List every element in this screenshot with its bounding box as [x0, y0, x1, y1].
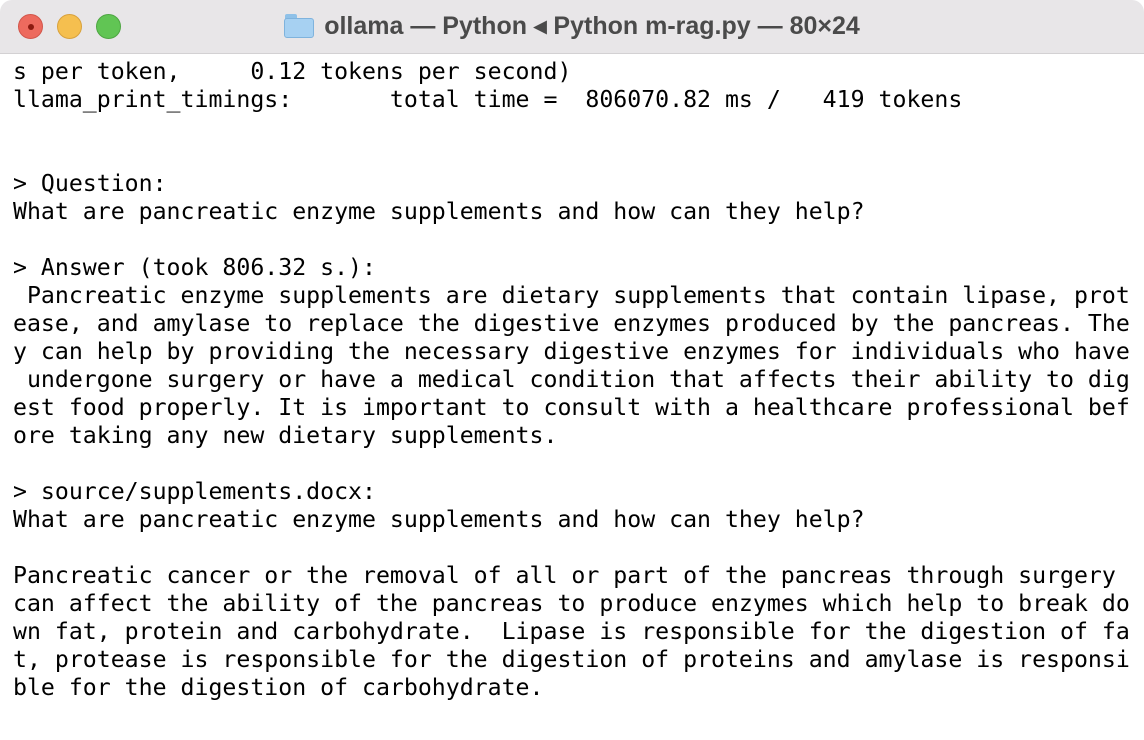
terminal-line: est food properly. It is important to co… — [13, 394, 1130, 421]
terminal-line: can affect the ability of the pancreas t… — [13, 590, 1130, 617]
terminal-line: > Answer (took 806.32 s.): — [13, 254, 376, 281]
window-title: ollama — Python ◂ Python m-rag.py — 80×2… — [0, 10, 1144, 42]
terminal-line: > source/supplements.docx: — [13, 478, 376, 505]
terminal-line: llama_print_timings: total time = 806070… — [13, 86, 963, 113]
terminal-line: Pancreatic enzyme supplements are dietar… — [13, 282, 1130, 309]
terminal-line: What are pancreatic enzyme supplements a… — [13, 506, 865, 533]
terminal-line: wn fat, protein and carbohydrate. Lipase… — [13, 618, 1130, 645]
terminal-window: ollama — Python ◂ Python m-rag.py — 80×2… — [0, 0, 1144, 740]
folder-icon — [284, 14, 315, 38]
terminal-line: ble for the digestion of carbohydrate. — [13, 674, 544, 701]
terminal-line: y can help by providing the necessary di… — [13, 338, 1130, 365]
terminal-line: Pancreatic cancer or the removal of all … — [13, 562, 1130, 589]
title-bar[interactable]: ollama — Python ◂ Python m-rag.py — 80×2… — [0, 0, 1144, 54]
terminal-output[interactable]: s per token, 0.12 tokens per second) llam… — [0, 54, 1144, 740]
terminal-line: What are pancreatic enzyme supplements a… — [13, 198, 865, 225]
terminal-line: s per token, 0.12 tokens per second) — [13, 58, 572, 85]
window-title-text: ollama — Python ◂ Python m-rag.py — 80×2… — [324, 12, 860, 40]
terminal-line: undergone surgery or have a medical cond… — [13, 366, 1130, 393]
terminal-line: ease, and amylase to replace the digesti… — [13, 310, 1130, 337]
terminal-line: ore taking any new dietary supplements. — [13, 422, 558, 449]
terminal-line: > Question: — [13, 170, 167, 197]
terminal-line: t, protease is responsible for the diges… — [13, 646, 1130, 673]
